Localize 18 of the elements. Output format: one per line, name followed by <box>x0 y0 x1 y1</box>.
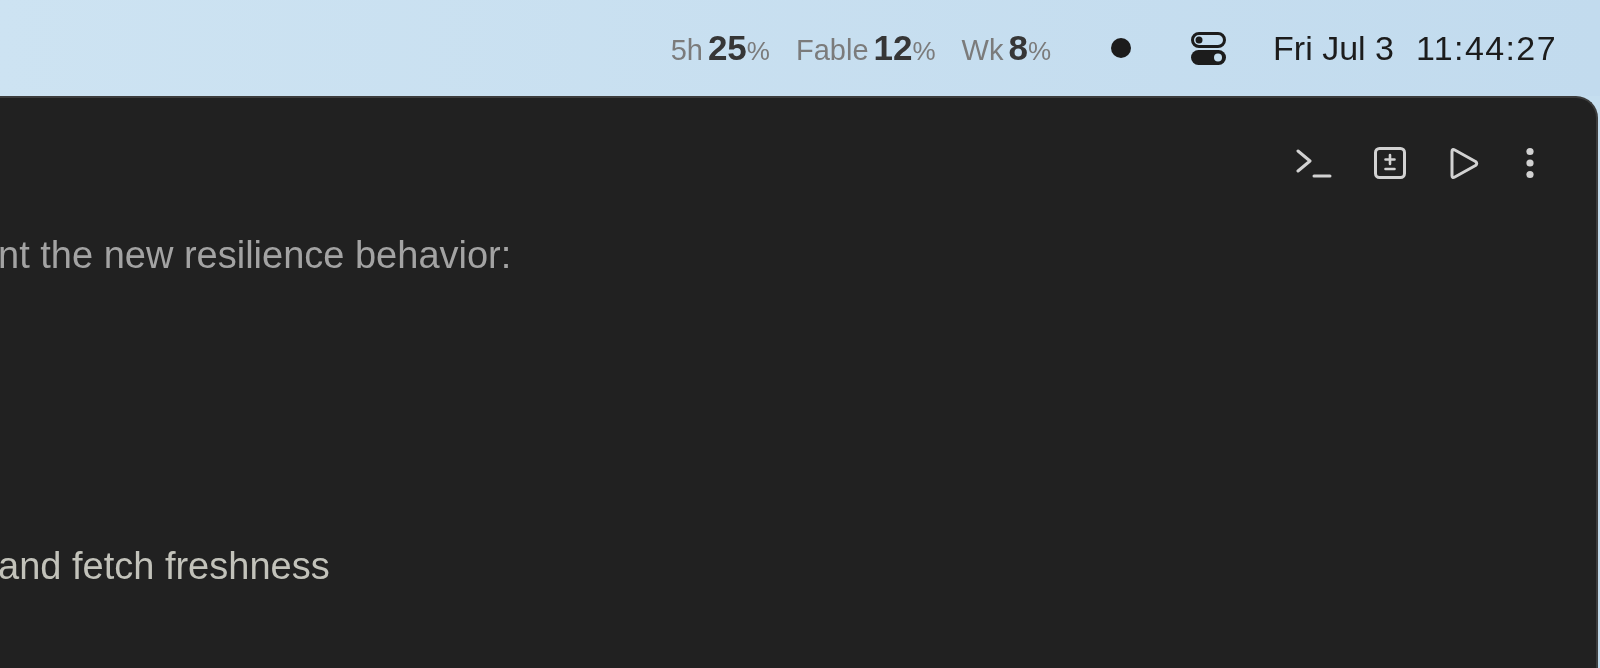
message-text: and fetch freshness <box>0 544 330 588</box>
percent-sign: % <box>912 34 936 68</box>
percent-sign: % <box>1027 34 1052 68</box>
usage-label: 5h <box>670 32 703 68</box>
usage-value: 8 <box>1008 26 1028 69</box>
play-icon <box>1449 146 1479 180</box>
usage-value: 25 <box>707 26 747 69</box>
terminal-icon <box>1296 148 1332 178</box>
percent-sign: % <box>746 34 770 68</box>
plus-minus-icon <box>1374 147 1406 179</box>
message-text: nt the new resilience behavior: <box>0 233 512 277</box>
usage-label: Wk <box>961 32 1004 68</box>
menu-bar-clock[interactable]: 11:44:27 <box>1415 22 1557 74</box>
usage-label: Fable <box>795 32 869 68</box>
menu-bar-date[interactable]: Fri Jul 3 <box>1273 22 1394 74</box>
toggle-switches-icon[interactable] <box>1191 31 1227 65</box>
usage-value: 12 <box>873 26 913 69</box>
more-vertical-icon <box>1525 147 1535 179</box>
